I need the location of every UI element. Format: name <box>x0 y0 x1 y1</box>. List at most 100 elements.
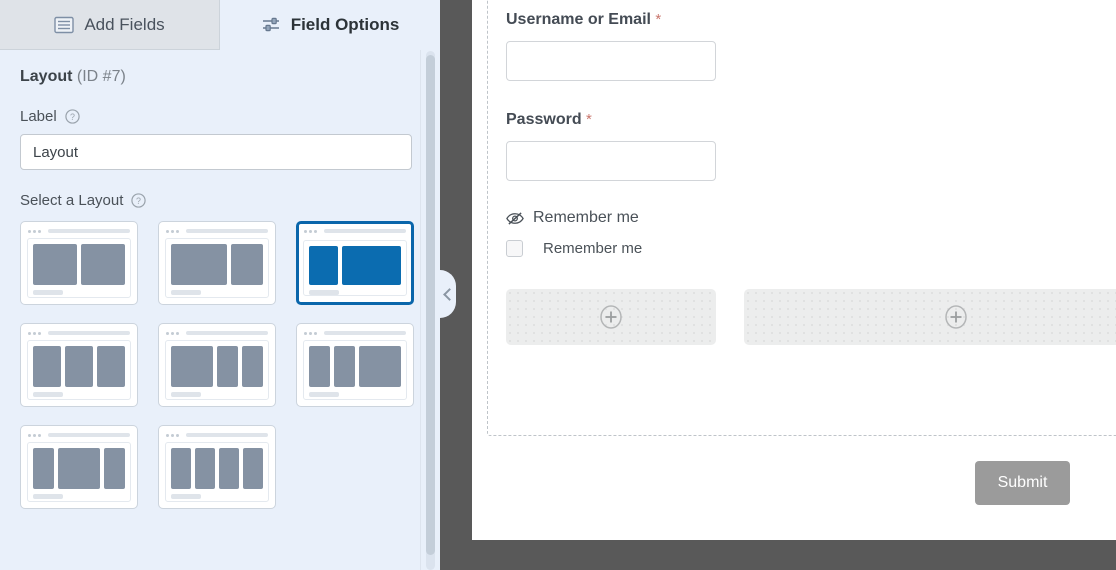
dropzone-left[interactable] <box>506 289 717 345</box>
thumbnail-canvas <box>27 442 131 502</box>
thumbnail-dots <box>166 331 179 335</box>
layout-option-half-quarter-quarter[interactable] <box>158 323 276 407</box>
question-circle-icon[interactable]: ? <box>65 109 80 124</box>
thumbnail-footer-bar <box>33 494 63 499</box>
label-input[interactable] <box>20 134 412 170</box>
dropzone-right[interactable] <box>744 289 1116 345</box>
svg-text:?: ? <box>136 196 141 206</box>
plus-circle-icon <box>945 305 967 329</box>
thumbnail-column <box>219 448 239 489</box>
list-icon <box>54 16 75 33</box>
question-circle-icon[interactable]: ? <box>131 193 147 208</box>
thumbnail-browser-bar <box>25 226 133 236</box>
scrollbar-divider <box>420 50 421 570</box>
thumbnail-dot <box>38 229 41 233</box>
layout-option-three-equal-columns[interactable] <box>20 323 138 407</box>
thumbnail-dot <box>176 229 179 233</box>
label-heading-row: Label ? <box>20 108 420 125</box>
layout-option-two-equal-columns[interactable] <box>20 221 138 305</box>
thumbnail-columns <box>309 346 401 387</box>
tab-field-options-label: Field Options <box>290 14 400 34</box>
thumbnail-dots <box>28 433 41 437</box>
thumbnail-urlbar <box>324 331 406 335</box>
thumbnail-footer-bar <box>171 494 201 499</box>
thumbnail-column <box>309 346 330 387</box>
remember-me-checkbox-row[interactable]: Remember me <box>506 240 1116 257</box>
thumbnail-browser-bar <box>163 430 271 440</box>
thumbnail-browser-bar <box>301 328 409 338</box>
thumbnail-footer-bar <box>309 290 339 295</box>
sidebar-scrollbar[interactable] <box>426 51 435 570</box>
thumbnail-dots <box>28 229 41 233</box>
thumbnail-canvas <box>165 238 269 298</box>
tab-add-fields[interactable]: Add Fields <box>0 0 220 50</box>
layout-field-container[interactable]: Username or Email * Password * Remember … <box>487 0 1116 436</box>
tab-field-options[interactable]: Field Options <box>220 0 440 50</box>
field-remember-me[interactable]: Remember me Remember me <box>506 209 1116 257</box>
select-layout-heading-row: Select a Layout ? <box>20 192 420 209</box>
layout-option-quarter-half-quarter[interactable] <box>20 425 138 509</box>
layout-options-grid <box>20 221 420 509</box>
required-marker: * <box>586 111 592 128</box>
thumbnail-column <box>65 346 93 387</box>
thumbnail-columns <box>33 244 125 285</box>
thumbnail-column <box>33 448 54 489</box>
thumbnail-urlbar <box>186 433 268 437</box>
thumbnail-columns <box>171 448 263 489</box>
thumbnail-dot <box>171 331 174 335</box>
thumbnail-browser-bar <box>25 328 133 338</box>
field-label: Username or Email * <box>506 9 1116 31</box>
thumbnail-canvas <box>27 238 131 298</box>
thumbnail-canvas <box>165 340 269 400</box>
thumbnail-dot <box>304 331 307 335</box>
layout-option-one-third-two-thirds[interactable] <box>296 221 414 305</box>
plus-circle-icon <box>600 305 622 329</box>
thumbnail-dot <box>176 433 179 437</box>
thumbnail-column <box>81 244 125 285</box>
thumbnail-columns <box>309 246 401 286</box>
select-layout-heading: Select a Layout <box>20 192 124 209</box>
thumbnail-dot <box>304 229 307 233</box>
thumbnail-urlbar <box>48 229 130 233</box>
layout-option-quarter-quarter-half[interactable] <box>296 323 414 407</box>
thumbnail-canvas <box>27 340 131 400</box>
thumbnail-column <box>171 244 228 285</box>
thumbnail-dot <box>171 433 174 437</box>
tab-add-fields-label: Add Fields <box>84 14 165 34</box>
thumbnail-column <box>242 346 263 387</box>
thumbnail-urlbar <box>48 433 130 437</box>
form-preview-panel: Username or Email * Password * Remember … <box>472 0 1116 540</box>
field-label-text: Username or Email <box>506 11 651 28</box>
thumbnail-column <box>97 346 125 387</box>
thumbnail-canvas <box>303 340 407 400</box>
field-options-sidebar: Add Fields Field Options Layout (ID #7) … <box>0 0 440 570</box>
thumbnail-dots <box>28 331 41 335</box>
field-label-text: Password <box>506 111 582 128</box>
thumbnail-column <box>171 346 213 387</box>
thumbnail-footer-bar <box>33 392 63 397</box>
password-input[interactable] <box>506 141 716 181</box>
remember-me-checkbox-label: Remember me <box>543 240 643 257</box>
layout-option-two-thirds-one-third[interactable] <box>158 221 276 305</box>
sidebar-tabs: Add Fields Field Options <box>0 0 440 50</box>
thumbnail-columns <box>171 244 263 285</box>
layout-option-four-equal-columns[interactable] <box>158 425 276 509</box>
thumbnail-browser-bar <box>163 328 271 338</box>
thumbnail-columns <box>171 346 263 387</box>
thumbnail-browser-bar <box>25 430 133 440</box>
field-username-or-email[interactable]: Username or Email * <box>506 9 1116 81</box>
username-or-email-input[interactable] <box>506 41 716 81</box>
sidebar-scrollbar-thumb[interactable] <box>426 55 435 555</box>
eye-slash-icon <box>506 211 524 225</box>
thumbnail-column <box>104 448 125 489</box>
thumbnail-column <box>309 246 339 286</box>
thumbnail-browser-bar <box>301 226 409 236</box>
field-password[interactable]: Password * <box>506 109 1116 181</box>
thumbnail-urlbar <box>186 331 268 335</box>
form-builder-screen: Username or Email * Password * Remember … <box>0 0 1116 570</box>
thumbnail-dots <box>304 229 317 233</box>
field-label: Password * <box>506 109 1116 131</box>
sliders-icon <box>262 17 279 31</box>
remember-me-checkbox[interactable] <box>506 240 523 257</box>
submit-button[interactable]: Submit <box>975 461 1070 505</box>
